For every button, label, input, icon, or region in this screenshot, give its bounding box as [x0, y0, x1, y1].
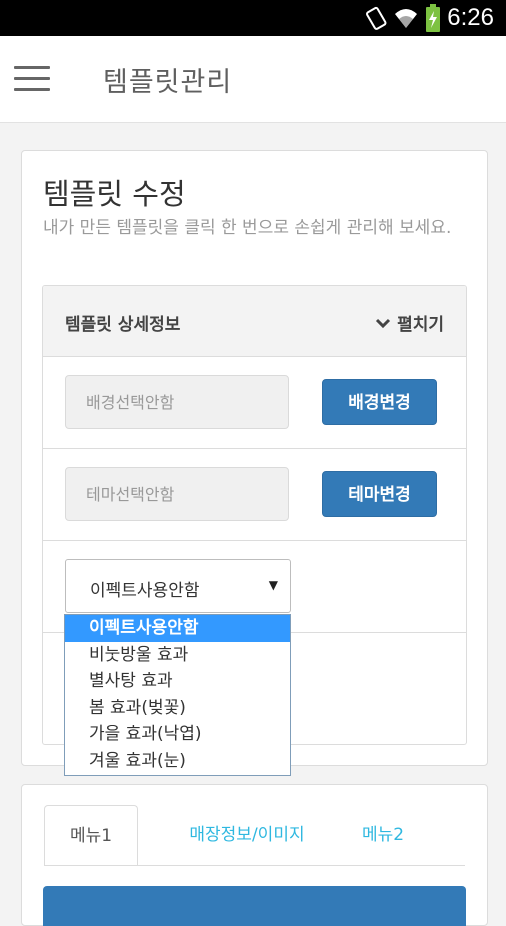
effect-select-value: 이펙트사용안함 — [90, 581, 200, 601]
menu-tabs-card: 메뉴1 매장정보/이미지 메뉴2 — [21, 784, 488, 926]
card-title: 템플릿 수정 — [43, 177, 186, 211]
vibrate-icon — [366, 6, 387, 30]
dropdown-option[interactable]: 봄 효과(벚꽃) — [65, 695, 290, 722]
tab-divider — [44, 865, 465, 866]
dropdown-arrow-icon: ▼ — [268, 578, 278, 592]
effect-select[interactable]: 이펙트사용안함 ▼ — [65, 559, 291, 613]
hamburger-menu-icon[interactable] — [14, 66, 50, 92]
chevron-down-icon — [376, 318, 391, 328]
change-background-button[interactable]: 배경변경 — [322, 379, 437, 425]
tab-store-info[interactable]: 매장정보/이미지 — [158, 805, 336, 865]
app-bar: 템플릿관리 — [0, 36, 506, 123]
background-field: 배경선택안함 — [65, 375, 289, 429]
status-time: 6:26 — [447, 4, 494, 31]
theme-row: 테마선택안함 테마변경 — [43, 449, 466, 541]
change-theme-button[interactable]: 테마변경 — [322, 471, 437, 517]
effect-dropdown-list: 이펙트사용안함 비눗방울 효과 별사탕 효과 봄 효과(벚꽃) 가을 효과(낙엽… — [64, 614, 291, 776]
status-icons: 6:26 — [365, 3, 494, 33]
dropdown-option[interactable]: 겨울 효과(눈) — [65, 748, 290, 775]
panel-title: 템플릿 상세정보 — [65, 315, 181, 335]
wifi-icon — [395, 9, 418, 28]
status-bar: 6:26 — [0, 0, 506, 36]
app-bar-title: 템플릿관리 — [103, 67, 233, 98]
background-row: 배경선택안함 배경변경 — [43, 357, 466, 449]
card-description: 내가 만든 템플릿을 클릭 한 번으로 손쉽게 관리해 보세요. — [43, 218, 452, 238]
expand-toggle[interactable]: 펼치기 — [375, 310, 444, 335]
theme-field: 테마선택안함 — [65, 467, 289, 521]
panel-header[interactable]: 템플릿 상세정보 펼치기 — [43, 286, 466, 357]
tab-menu1[interactable]: 메뉴1 — [44, 805, 138, 865]
dropdown-option[interactable]: 가을 효과(낙엽) — [65, 721, 290, 748]
battery-charging-icon — [426, 4, 441, 32]
dropdown-option[interactable]: 별사탕 효과 — [65, 668, 290, 695]
tab-menu2[interactable]: 메뉴2 — [342, 805, 424, 865]
expand-label: 펼치기 — [397, 315, 444, 335]
dropdown-option[interactable]: 이펙트사용안함 — [65, 615, 290, 642]
dropdown-option[interactable]: 비눗방울 효과 — [65, 642, 290, 669]
tab-content-button[interactable] — [43, 886, 466, 926]
